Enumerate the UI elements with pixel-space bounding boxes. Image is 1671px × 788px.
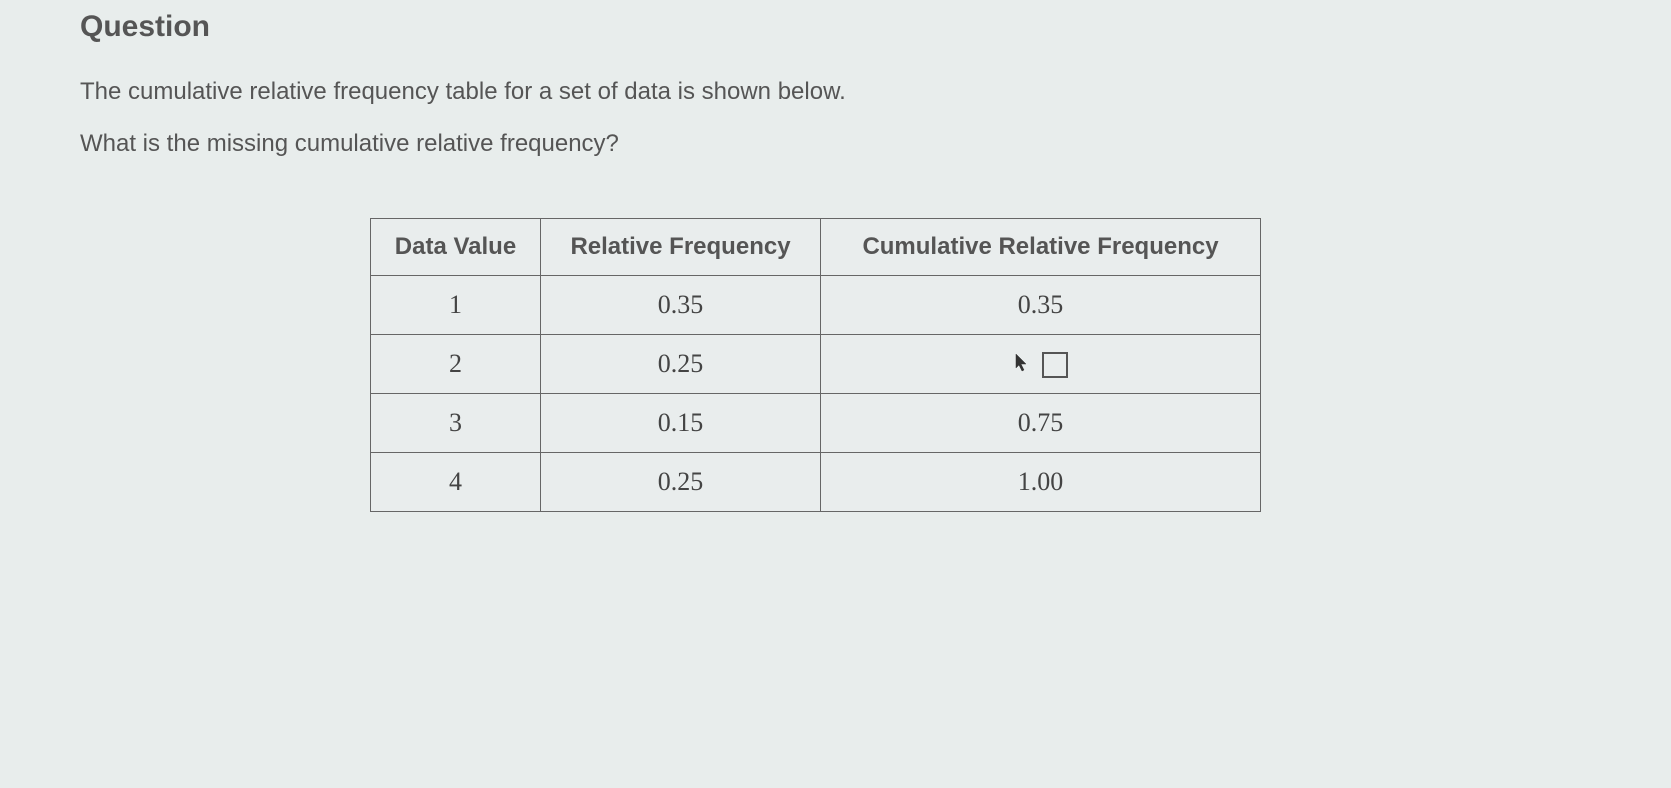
answer-input-box[interactable] xyxy=(1042,352,1068,378)
table-row: 4 0.25 1.00 xyxy=(371,453,1261,512)
frequency-table: Data Value Relative Frequency Cumulative… xyxy=(370,218,1261,512)
question-heading: Question xyxy=(80,10,1591,44)
cell-cumulative-relative-frequency-missing[interactable] xyxy=(821,335,1261,394)
question-prompt: What is the missing cumulative relative … xyxy=(80,130,1591,158)
table-row: 3 0.15 0.75 xyxy=(371,394,1261,453)
cell-data-value: 1 xyxy=(371,276,541,335)
question-description: The cumulative relative frequency table … xyxy=(80,74,1591,110)
cell-cumulative-relative-frequency: 0.35 xyxy=(821,276,1261,335)
frequency-table-wrapper: Data Value Relative Frequency Cumulative… xyxy=(80,218,1591,512)
cell-relative-frequency: 0.25 xyxy=(541,453,821,512)
cell-relative-frequency: 0.25 xyxy=(541,335,821,394)
cell-relative-frequency: 0.15 xyxy=(541,394,821,453)
cell-data-value: 2 xyxy=(371,335,541,394)
table-header-row: Data Value Relative Frequency Cumulative… xyxy=(371,219,1261,276)
table-row: 1 0.35 0.35 xyxy=(371,276,1261,335)
cell-cumulative-relative-frequency: 0.75 xyxy=(821,394,1261,453)
header-relative-frequency: Relative Frequency xyxy=(541,219,821,276)
header-data-value: Data Value xyxy=(371,219,541,276)
cell-relative-frequency: 0.35 xyxy=(541,276,821,335)
cell-data-value: 4 xyxy=(371,453,541,512)
cell-cumulative-relative-frequency: 1.00 xyxy=(821,453,1261,512)
header-cumulative-relative-frequency: Cumulative Relative Frequency xyxy=(821,219,1261,276)
pointer-icon xyxy=(1014,352,1030,378)
cell-data-value: 3 xyxy=(371,394,541,453)
table-row: 2 0.25 xyxy=(371,335,1261,394)
